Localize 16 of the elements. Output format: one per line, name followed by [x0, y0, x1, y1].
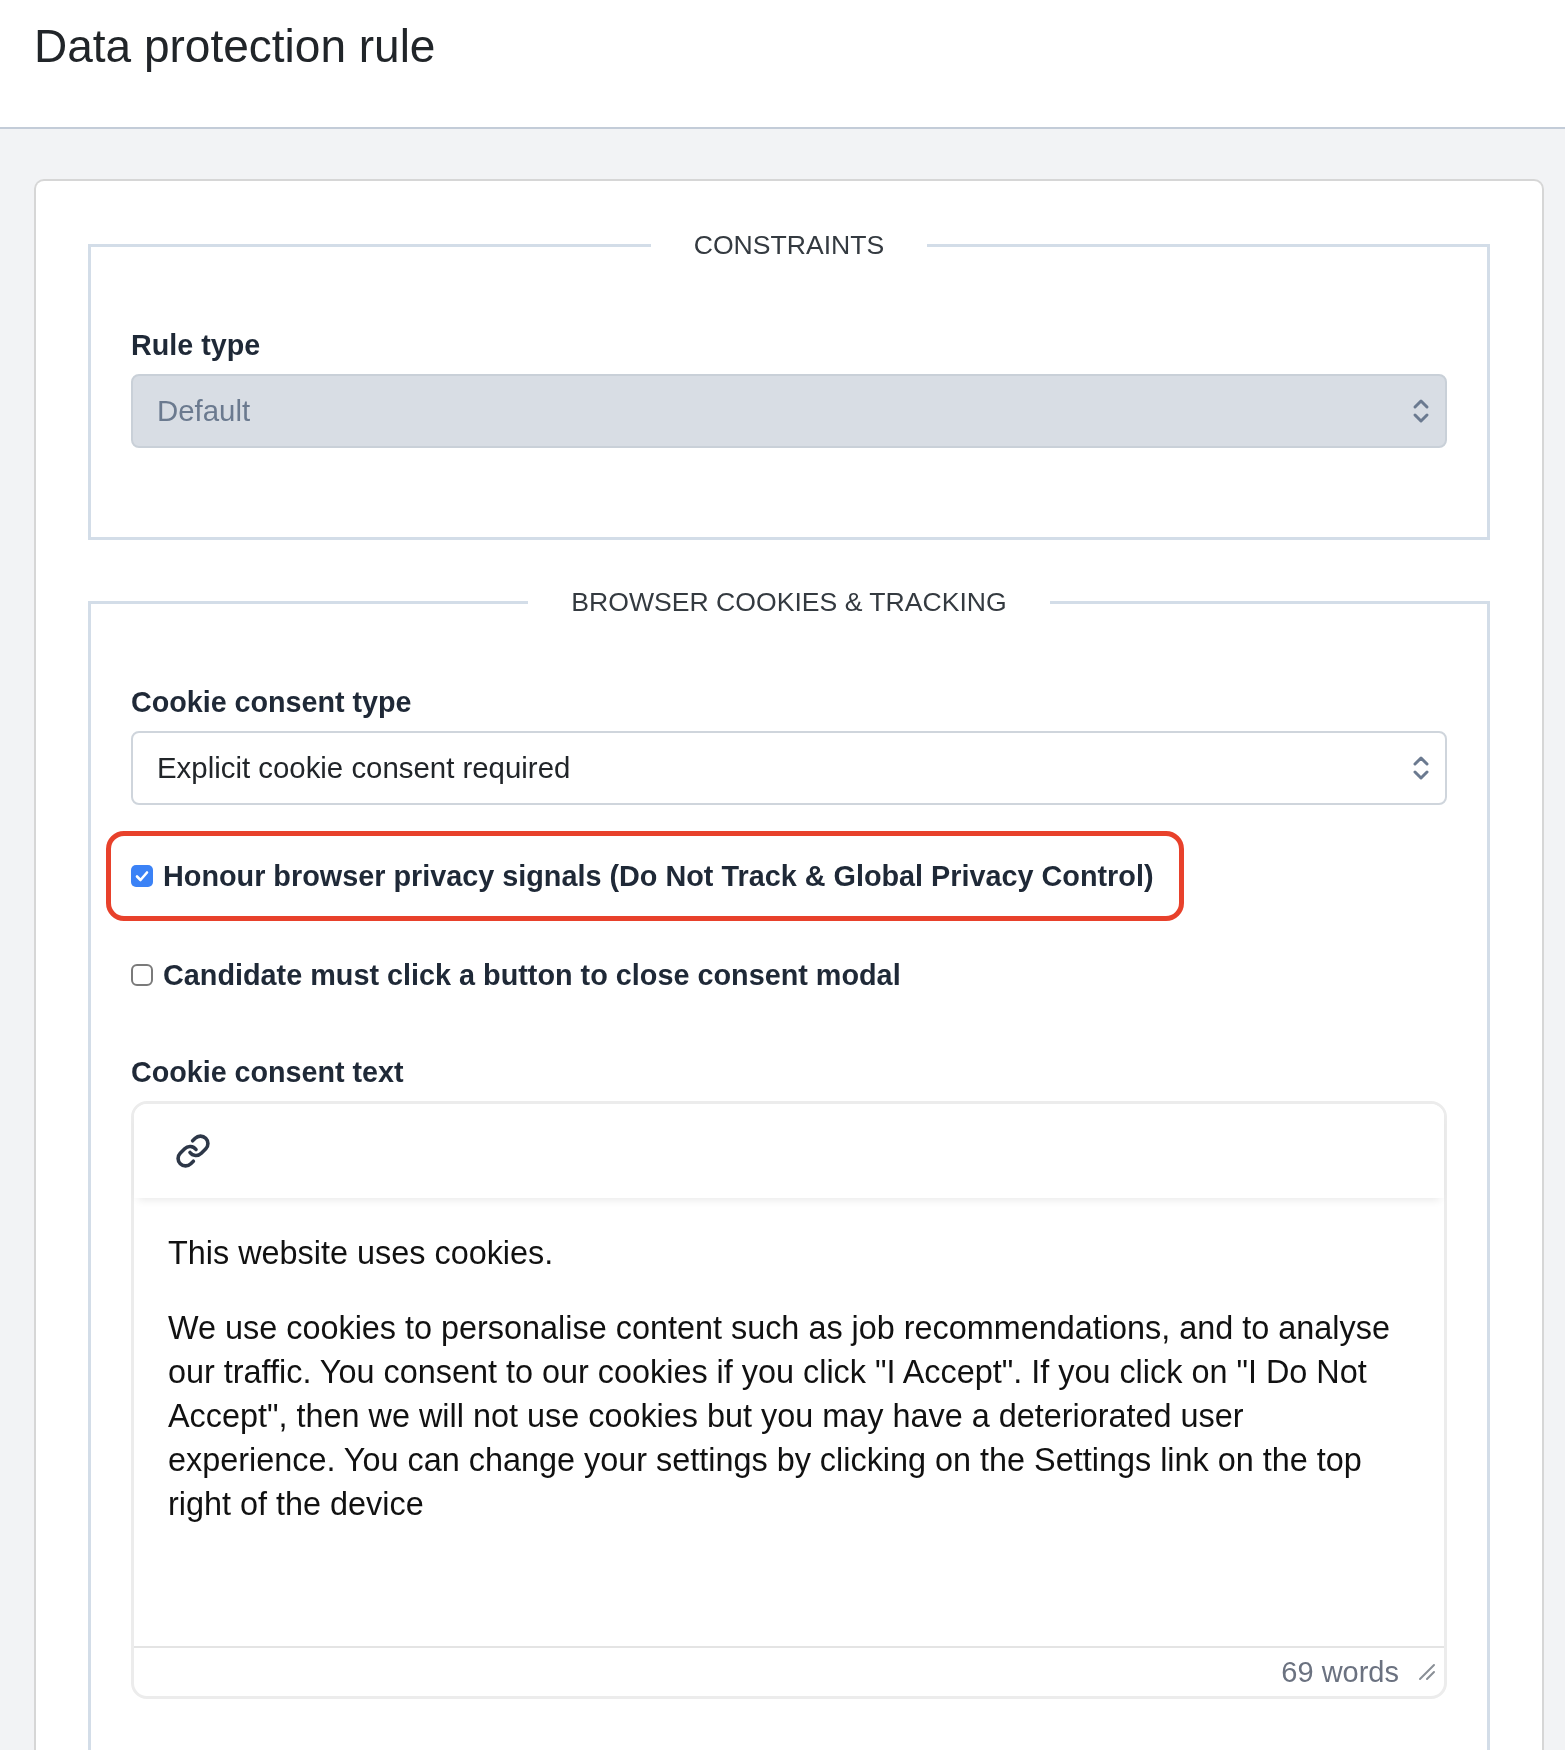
- consent-paragraph: This website uses cookies.: [168, 1234, 555, 1273]
- section-legend: BROWSER COOKIES & TRACKING: [528, 587, 1050, 618]
- field-label: Cookie consent type: [131, 685, 412, 719]
- page-title: Data protection rule: [34, 19, 436, 74]
- checkbox[interactable]: [131, 964, 153, 986]
- checkbox[interactable]: [131, 865, 153, 887]
- consent-paragraph: We use cookies to personalise content such as job recommendations, and to analyse our traffic. You consent to our cookies if you click "I Accept". If you click on "I Do Not Accept", then we will not use cookies but you may have a deteriorated user experience. You can change your settings by clicking on the Settings link on the top right of the device: [168, 1309, 1391, 1524]
- checkbox-label: Candidate must click a button to close consent modal: [163, 958, 901, 992]
- field-label: Cookie consent text: [131, 1055, 404, 1089]
- word-count: 69 words: [1281, 1655, 1399, 1689]
- link-icon: [175, 1133, 211, 1169]
- section-legend: CONSTRAINTS: [650, 230, 928, 261]
- resize-grip-icon[interactable]: [1418, 1663, 1436, 1681]
- checkbox-label: Honour browser privacy signals (Do Not Track & Global Privacy Control): [163, 859, 1154, 893]
- select-field[interactable]: Explicit cookie consent required: [131, 731, 1447, 805]
- field-label: Rule type: [131, 328, 261, 362]
